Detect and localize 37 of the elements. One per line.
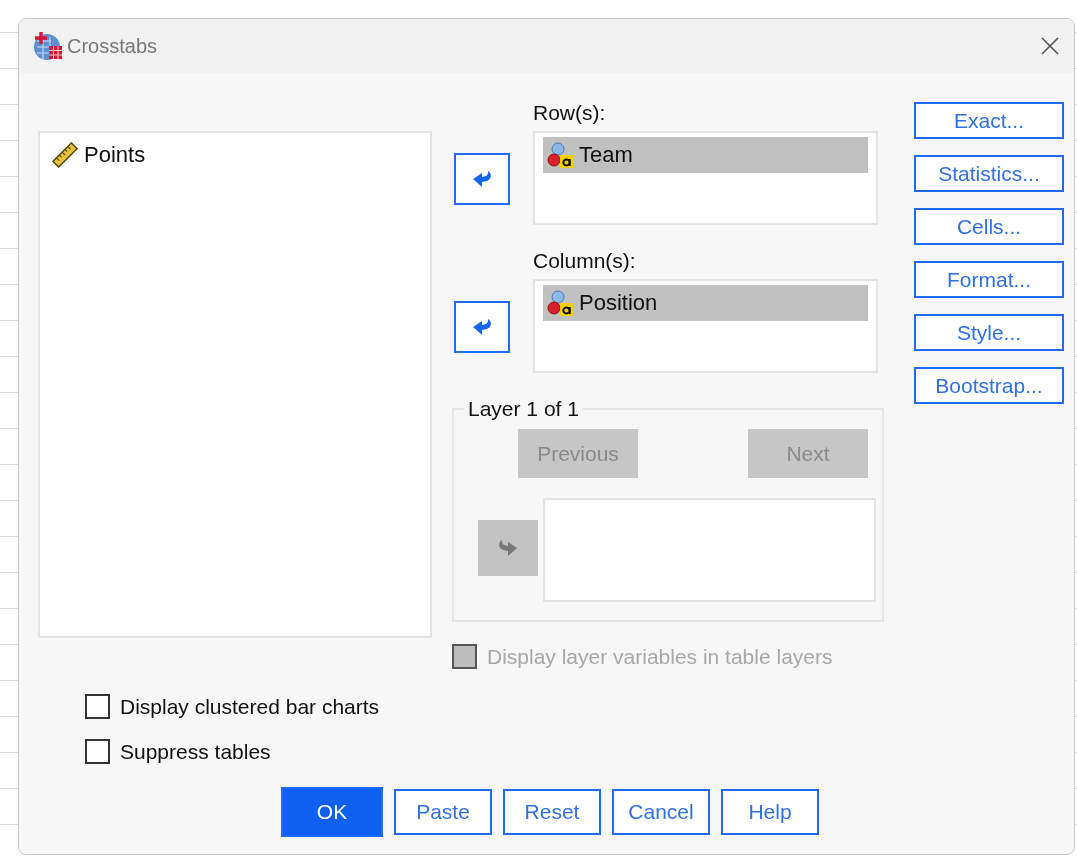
- dialog-button[interactable]: Statistics...: [914, 155, 1064, 192]
- variable-item[interactable]: Position: [543, 285, 868, 321]
- dialog-button[interactable]: Bootstrap...: [914, 367, 1064, 404]
- move-button[interactable]: [454, 301, 510, 353]
- dialog-button[interactable]: Format...: [914, 261, 1064, 298]
- rows-list[interactable]: Team: [533, 131, 878, 225]
- next-button: Next: [748, 429, 868, 478]
- nominal-variable-icon: [547, 142, 573, 168]
- columns-label: Column(s):: [533, 249, 636, 274]
- layer-title: Layer 1 of 1: [467, 397, 580, 421]
- variable-list[interactable]: Points: [38, 131, 432, 638]
- dialog-button[interactable]: Cancel: [612, 789, 710, 835]
- rows-label: Row(s):: [533, 101, 606, 126]
- checkbox-label: Display layer variables in table layers: [487, 644, 833, 669]
- checkbox[interactable]: [85, 694, 110, 719]
- variable-item[interactable]: Team: [543, 137, 868, 173]
- variable-name: Position: [579, 290, 658, 316]
- app-icon: [33, 31, 63, 61]
- variable-name: Team: [579, 142, 633, 168]
- dialog-button[interactable]: Paste: [394, 789, 492, 835]
- dialog-button[interactable]: Style...: [914, 314, 1064, 351]
- close-icon: [1040, 36, 1060, 56]
- dialog-button[interactable]: Cells...: [914, 208, 1064, 245]
- columns-list[interactable]: Position: [533, 279, 878, 373]
- window-title: Crosstabs: [67, 34, 158, 58]
- dialog-button[interactable]: Help: [721, 789, 819, 835]
- move-button[interactable]: [454, 153, 510, 205]
- dialog-button[interactable]: Exact...: [914, 102, 1064, 139]
- checkbox-label: Suppress tables: [120, 739, 271, 764]
- variable-name: Points: [84, 142, 146, 168]
- previous-button: Previous: [518, 429, 638, 478]
- dialog-button[interactable]: OK: [281, 787, 383, 837]
- checkbox[interactable]: [85, 739, 110, 764]
- checkbox-label: Display clustered bar charts: [120, 694, 380, 719]
- nominal-variable-icon: [547, 290, 573, 316]
- variable-item[interactable]: Points: [48, 137, 422, 173]
- dialog-button[interactable]: Reset: [503, 789, 601, 835]
